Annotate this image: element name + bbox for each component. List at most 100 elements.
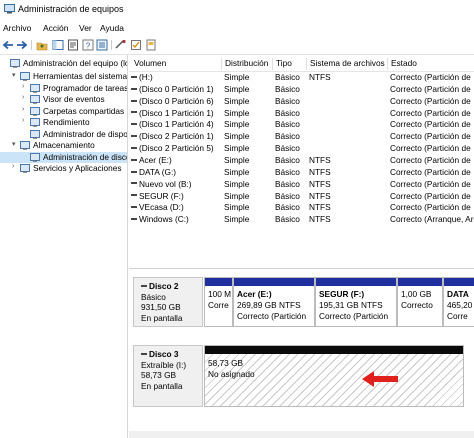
- red-arrow-icon: [362, 371, 398, 387]
- disk2-partition-4[interactable]: 1,00 GB Correcto: [397, 277, 443, 327]
- cell-distribucion: Simple: [224, 155, 274, 165]
- cell-distribucion: Simple: [224, 191, 274, 201]
- tree-item-label: Carpetas compartidas: [43, 105, 125, 116]
- tree-item[interactable]: Administración del equipo (loc: [0, 58, 127, 69]
- disk2-partition-acer[interactable]: Acer (E:) 269,89 GB NTFS Correcto (Parti…: [233, 277, 315, 327]
- collapse-arrow-icon[interactable]: ›: [12, 163, 14, 170]
- up-folder-icon[interactable]: [36, 39, 48, 51]
- volume-row[interactable]: SEGUR (F:) Simple Básico NTFS Correcto (Part…: [129, 191, 474, 203]
- forward-arrow-icon[interactable]: [16, 39, 28, 51]
- cell-volumen-text: (Disco 0 Partición 1): [139, 83, 214, 94]
- cell-volumen: (Disco 0 Partición 1): [131, 84, 223, 94]
- volume-row[interactable]: (Disco 2 Partición 5) Simple Básico Correct…: [129, 143, 474, 155]
- tree-item-label: Administración de disco: [43, 151, 128, 162]
- tree-item[interactable]: › Programador de tareas: [0, 83, 127, 94]
- menu-ayuda[interactable]: Ayuda: [100, 23, 124, 33]
- cell-distribucion: Simple: [224, 96, 274, 106]
- menu-archivo[interactable]: Archivo: [3, 23, 31, 33]
- cell-distribucion: Simple: [224, 167, 274, 177]
- tree-item[interactable]: › Rendimiento: [0, 117, 127, 128]
- disk2-partition-1[interactable]: 100 M Corre: [204, 277, 233, 327]
- view-list-icon[interactable]: [96, 39, 108, 51]
- cell-distribucion: Simple: [224, 84, 274, 94]
- partition-color-bar: [205, 278, 232, 286]
- window-title: Administración de equipos: [18, 4, 124, 14]
- collapse-arrow-icon[interactable]: ›: [22, 94, 24, 101]
- tree-item[interactable]: Administración de disco: [0, 151, 128, 163]
- help-icon[interactable]: ?: [82, 39, 94, 51]
- cell-volumen: (Disco 2 Partición 1): [131, 131, 223, 141]
- cell-tipo-text: Básico: [275, 190, 300, 201]
- cell-sistema: NTFS: [309, 72, 389, 82]
- collapse-arrow-icon[interactable]: ›: [22, 106, 24, 113]
- performance-icon: [30, 118, 40, 127]
- column-header-tipo[interactable]: Tipo: [273, 58, 307, 70]
- connect-icon[interactable]: [115, 39, 127, 51]
- tree-item[interactable]: Administrador de dispo: [0, 129, 127, 140]
- volume-row[interactable]: VEcasa (D:) Simple Básico NTFS Correcto (Par…: [129, 202, 474, 214]
- cell-volumen-text: Acer (E:): [139, 154, 172, 165]
- cell-estado: Correcto (Partición de: [390, 191, 474, 201]
- tree-item-label: Programador de tareas: [43, 82, 128, 93]
- disk3-unallocated-space[interactable]: 58,73 GB No asignado: [204, 345, 464, 407]
- tree-item[interactable]: ▾ Almacenamiento: [0, 140, 127, 151]
- cell-volumen: Nuevo vol (B:): [131, 179, 223, 189]
- volume-icon: [131, 146, 137, 149]
- volume-row[interactable]: (Disco 1 Partición 4) Simple Básico Correct…: [129, 119, 474, 131]
- cell-volumen-text: SEGUR (F:): [139, 190, 184, 201]
- volume-row[interactable]: DATA (G:) Simple Básico NTFS Correcto (Parti…: [129, 167, 474, 179]
- disk3-label[interactable]: Disco 3 Extraíble (I:) 58,73 GB En panta…: [133, 345, 203, 407]
- cell-distribucion-text: Simple: [224, 119, 250, 130]
- expand-arrow-icon[interactable]: ▾: [12, 140, 16, 148]
- volume-row[interactable]: Nuevo vol (B:) Simple Básico NTFS Correcto (…: [129, 179, 474, 191]
- cell-tipo: Básico: [275, 155, 308, 165]
- volume-icon: [131, 75, 137, 78]
- cell-sistema: NTFS: [309, 191, 389, 201]
- tree-item[interactable]: › Servicios y Aplicaciones: [0, 163, 127, 174]
- volume-row[interactable]: (Disco 0 Partición 1) Simple Básico Correct…: [129, 84, 474, 96]
- disk3-name-row: Disco 3: [141, 349, 202, 360]
- tree-item[interactable]: ▾ Herramientas del sistema: [0, 71, 127, 82]
- back-arrow-icon[interactable]: [2, 39, 14, 51]
- cell-sistema: NTFS: [309, 179, 389, 189]
- cell-distribucion-text: Simple: [224, 107, 250, 118]
- column-header-distribucion[interactable]: Distribución: [222, 58, 273, 70]
- cell-sistema-text: NTFS: [309, 166, 331, 177]
- volume-row[interactable]: (Disco 1 Partición 1) Simple Básico Correct…: [129, 108, 474, 120]
- volume-row[interactable]: (Disco 0 Partición 6) Simple Básico Correct…: [129, 96, 474, 108]
- disk2-label[interactable]: Disco 2 Básico 931,50 GB En pantalla: [133, 277, 203, 327]
- tree-item[interactable]: › Visor de eventos: [0, 94, 127, 105]
- volume-row[interactable]: (H:) Simple Básico NTFS Correcto (Partición …: [129, 72, 474, 84]
- cell-estado-text: Correcto (Partición de: [390, 95, 471, 106]
- collapse-arrow-icon[interactable]: ›: [22, 83, 24, 90]
- properties-icon[interactable]: [67, 39, 79, 51]
- expand-arrow-icon[interactable]: ▾: [12, 71, 16, 79]
- volume-row[interactable]: Windows (C:) Simple Básico NTFS Correcto (Ar…: [129, 214, 474, 226]
- cell-tipo: Básico: [275, 179, 308, 189]
- cell-distribucion: Simple: [224, 202, 274, 212]
- tree-item[interactable]: › Carpetas compartidas: [0, 106, 127, 117]
- cell-volumen-text: DATA (G:): [139, 166, 177, 177]
- partition-size: 269,89 GB NTFS: [237, 300, 301, 310]
- column-header-estado[interactable]: Estado: [388, 58, 474, 70]
- console-tree-icon[interactable]: [52, 39, 64, 51]
- disk2-partition-data[interactable]: DATA 465,20 Corre: [443, 277, 474, 327]
- volume-row[interactable]: (Disco 2 Partición 1) Simple Básico Correct…: [129, 131, 474, 143]
- menu-ver[interactable]: Ver: [79, 23, 92, 33]
- cell-estado-text: Correcto (Partición de: [390, 202, 471, 213]
- tree-item-label: Administrador de dispo: [43, 128, 128, 139]
- tree-item-label: Rendimiento: [43, 117, 90, 127]
- cell-sistema-text: NTFS: [309, 214, 331, 225]
- storage-icon: [20, 141, 30, 150]
- document-icon[interactable]: [145, 39, 157, 51]
- column-header-sistema-archivos[interactable]: Sistema de archivos: [307, 58, 388, 70]
- partition-color-bar: [444, 278, 474, 286]
- disk2-partition-segur[interactable]: SEGUR (F:) 195,31 GB NTFS Correcto (Part…: [315, 277, 397, 327]
- volume-row[interactable]: Acer (E:) Simple Básico NTFS Correcto (Parti…: [129, 155, 474, 167]
- menu-accion[interactable]: Acción: [43, 23, 69, 33]
- horizontal-scrollbar[interactable]: [129, 431, 474, 438]
- toolbar-separator: [111, 40, 112, 50]
- column-header-volumen[interactable]: Volumen: [131, 58, 222, 70]
- checklist-icon[interactable]: [130, 39, 142, 51]
- collapse-arrow-icon[interactable]: ›: [22, 117, 24, 124]
